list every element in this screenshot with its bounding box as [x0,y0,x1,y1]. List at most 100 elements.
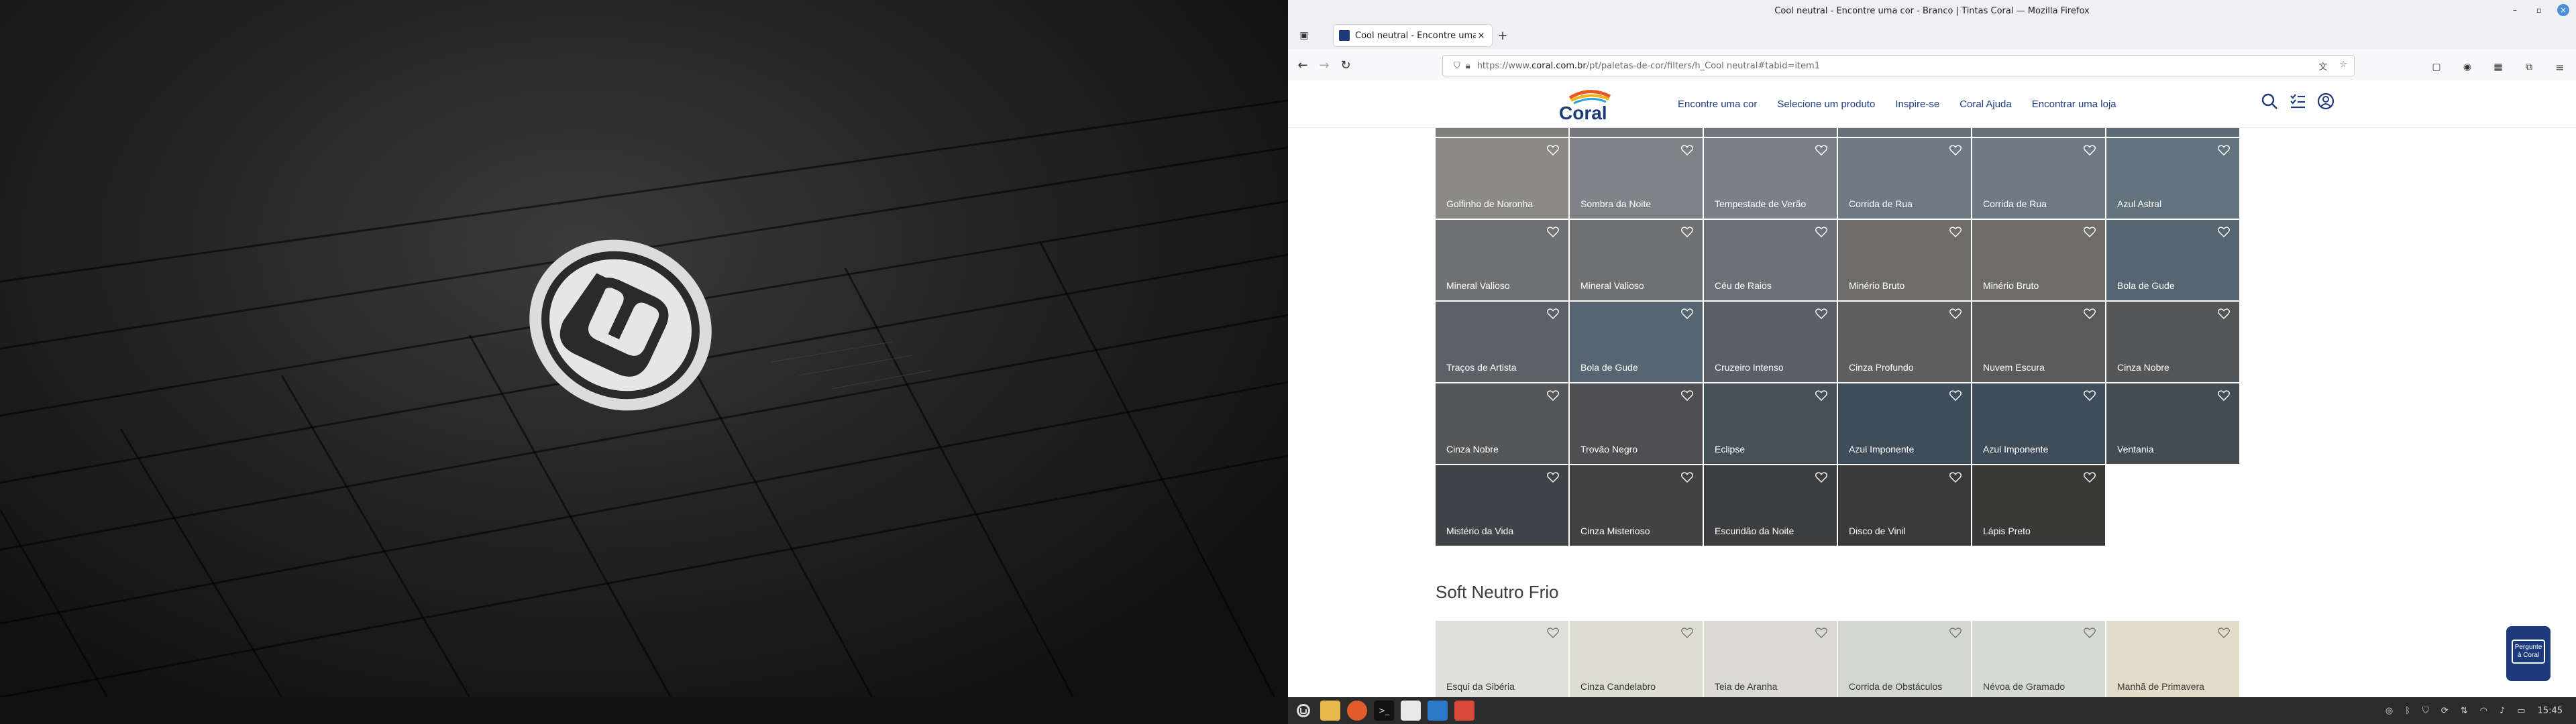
mint-menu-icon[interactable] [1293,701,1313,721]
favorite-heart-icon[interactable] [1681,308,1693,319]
color-swatch[interactable]: Trovão Negro [1570,383,1703,464]
favorite-heart-icon[interactable] [1547,627,1559,638]
color-swatch[interactable]: Teia de Aranha [1704,621,1837,697]
new-tab-button[interactable]: + [1492,25,1513,46]
color-swatch[interactable]: Nuvem Escura [1972,302,2105,382]
files-icon[interactable] [1320,701,1340,721]
favorite-heart-icon[interactable] [1815,472,1827,483]
search-icon[interactable] [2261,93,2278,110]
color-swatch[interactable]: Traços de Artista [1436,302,1568,382]
favorite-heart-icon[interactable] [1949,145,1962,156]
favorite-heart-icon[interactable] [1815,227,1827,237]
maximize-icon[interactable]: ▫ [2533,4,2545,16]
lock-icon[interactable]: 🔒︎ [1466,61,1470,71]
user-account-icon[interactable] [2317,93,2334,110]
color-swatch[interactable]: Cruzeiro Intenso [1704,302,1837,382]
network-icon[interactable]: ⇅ [2461,706,2468,716]
color-swatch[interactable]: Minério Bruto [1838,220,1971,300]
battery-icon[interactable]: ▭ [2517,706,2525,716]
color-swatch[interactable]: Azul Imponente [1972,383,2105,464]
nav-selecione-produto[interactable]: Selecione um produto [1777,99,1875,110]
color-swatch[interactable]: Lápis Preto [1972,465,2105,546]
color-swatch[interactable]: Esqui da Sibéria [1436,621,1568,697]
favorite-heart-icon[interactable] [1949,227,1962,237]
color-swatch[interactable]: Bola de Gude [2106,220,2239,300]
color-swatch[interactable]: Corrida de Obstáculos [1838,621,1971,697]
color-swatch[interactable]: Azul Imponente [1838,383,1971,464]
favorite-heart-icon[interactable] [1547,308,1559,319]
color-swatch[interactable]: Mistério da Vida [1436,465,1568,546]
color-swatch[interactable]: Escuridão da Noite [1704,465,1837,546]
favorite-heart-icon[interactable] [2218,308,2230,319]
favorite-heart-icon[interactable] [2218,627,2230,638]
url-bar[interactable]: ⛉ 🔒︎ https://www.coral.com.br/pt/paletas… [1442,55,2355,76]
close-window-icon[interactable]: × [2557,4,2569,16]
favorite-heart-icon[interactable] [2218,145,2230,156]
tab-close-icon[interactable]: × [1476,31,1487,41]
discord-tray-icon[interactable]: ◎ [2385,706,2393,716]
color-swatch[interactable]: Azul Astral [2106,138,2239,219]
chat-button[interactable]: Pergunte à Coral [2506,626,2551,681]
color-swatch[interactable]: Névoa de Gramado [1972,621,2105,697]
favorite-heart-icon[interactable] [1547,145,1559,156]
color-swatch[interactable]: Cinza Misterioso [1570,465,1703,546]
volume-icon[interactable]: ♪ [2500,706,2505,716]
favorite-heart-icon[interactable] [1681,145,1693,156]
color-swatch[interactable]: Cinza Nobre [1436,383,1568,464]
color-swatch[interactable]: Minério Bruto [1972,220,2105,300]
favorite-heart-icon[interactable] [1547,472,1559,483]
clock[interactable]: 15:45 [2538,706,2563,716]
color-swatch[interactable]: Mineral Valioso [1436,220,1568,300]
color-swatch[interactable]: Cinza Nobre [2106,302,2239,382]
favorite-heart-icon[interactable] [1681,390,1693,401]
favorite-heart-icon[interactable] [1815,627,1827,638]
favorite-heart-icon[interactable] [1681,627,1693,638]
favorite-heart-icon[interactable] [1949,627,1962,638]
favorite-heart-icon[interactable] [1815,390,1827,401]
nav-inspire-se[interactable]: Inspire-se [1895,99,1939,110]
forward-icon[interactable]: → [1313,54,1335,76]
text-editor-icon[interactable] [1401,701,1421,721]
favorite-heart-icon[interactable] [2218,227,2230,237]
favorite-heart-icon[interactable] [2084,227,2096,237]
favorite-heart-icon[interactable] [2084,390,2096,401]
reload-icon[interactable]: ↻ [1335,54,1356,76]
color-swatch[interactable]: Sombra da Noite [1570,138,1703,219]
color-swatch[interactable]: Disco de Vinil [1838,465,1971,546]
favorite-heart-icon[interactable] [1949,308,1962,319]
favorite-heart-icon[interactable] [1681,472,1693,483]
vscode-icon[interactable] [1428,701,1448,721]
favorite-heart-icon[interactable] [2084,627,2096,638]
favorite-heart-icon[interactable] [2084,472,2096,483]
color-swatch[interactable]: Mineral Valioso [1570,220,1703,300]
favorite-heart-icon[interactable] [1681,227,1693,237]
nav-encontre-cor[interactable]: Encontre uma cor [1678,99,1757,110]
color-swatch[interactable]: Cinza Candelabro [1570,621,1703,697]
favorite-heart-icon[interactable] [2084,145,2096,156]
bluetooth-icon[interactable]: ᛒ [2405,706,2410,716]
favorite-heart-icon[interactable] [1949,390,1962,401]
color-swatch[interactable]: Céu de Raios [1704,220,1837,300]
shield-tray-icon[interactable]: ⛉ [2422,706,2429,716]
color-swatch[interactable]: Manhã de Primavera [2106,621,2239,697]
favorite-heart-icon[interactable] [1815,308,1827,319]
nav-encontrar-loja[interactable]: Encontrar uma loja [2032,99,2116,110]
extensions-icon[interactable]: ▦ [2487,56,2509,78]
terminal-icon[interactable]: >_ [1374,701,1394,721]
sync-icon[interactable]: ⧉ [2518,56,2540,78]
coral-logo[interactable]: Coral [1556,88,1623,123]
tracking-shield-icon[interactable]: ⛉ [1454,61,1460,71]
color-swatch[interactable]: Corrida de Rua [1838,138,1971,219]
wifi-icon[interactable]: ◠ [2480,706,2487,716]
account-icon[interactable]: ◉ [2457,56,2478,78]
favorite-heart-icon[interactable] [2218,390,2230,401]
checklist-icon[interactable] [2289,93,2306,110]
firefox-icon[interactable] [1347,701,1367,721]
color-swatch[interactable]: Tempestade de Verão [1704,138,1837,219]
back-icon[interactable]: ← [1292,54,1313,76]
pocket-icon[interactable]: ▢ [2426,56,2447,78]
translate-icon[interactable]: 文 [2318,60,2327,72]
tab-list-icon[interactable]: ▣ [1293,25,1315,46]
favorite-heart-icon[interactable] [2084,308,2096,319]
color-swatch[interactable]: Cinza Profundo [1838,302,1971,382]
